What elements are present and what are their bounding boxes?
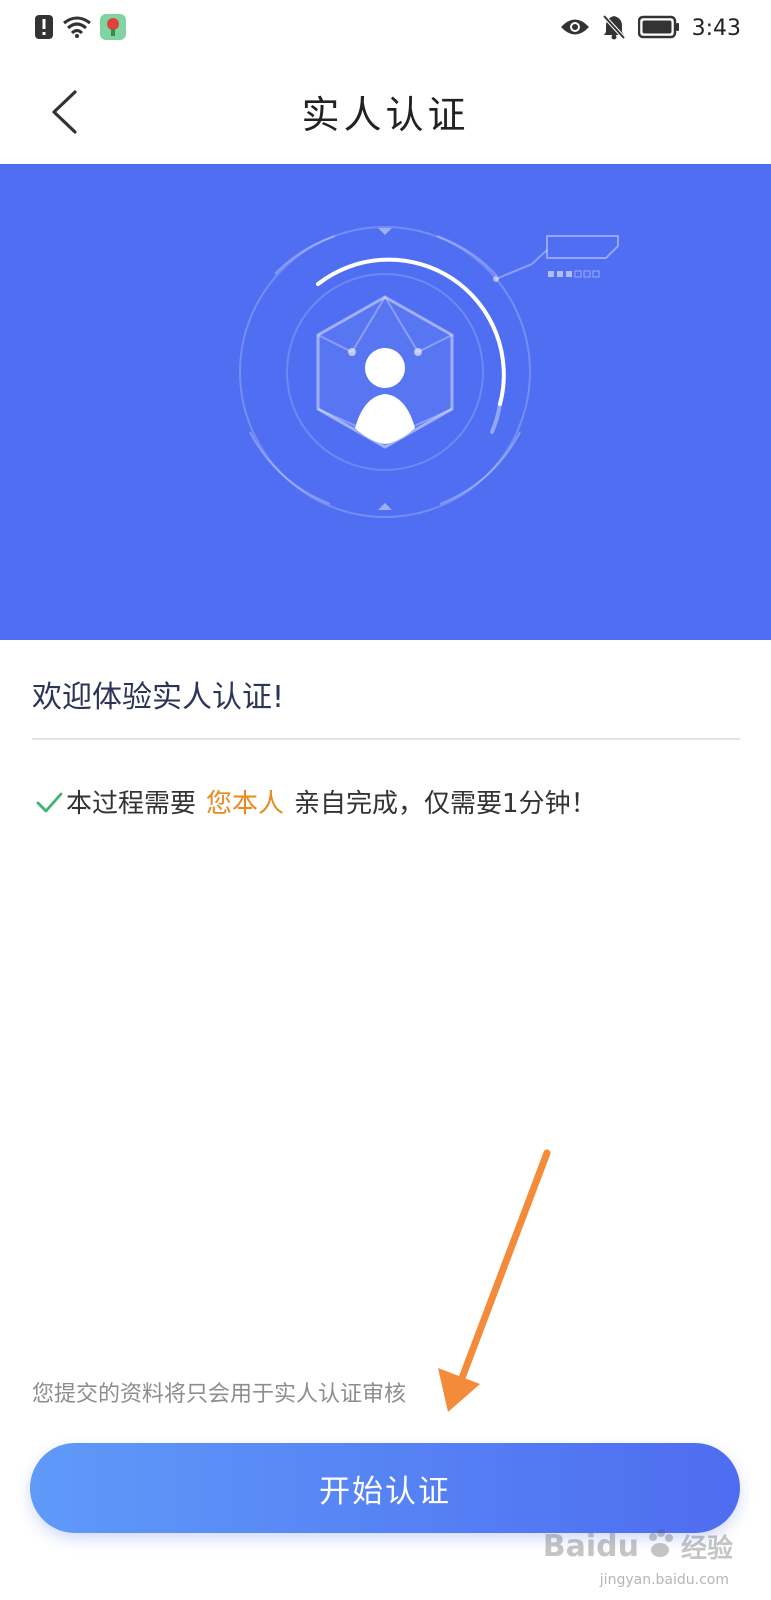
notice-highlight: 您本人 [206, 789, 285, 819]
app-notification-icon [100, 14, 126, 44]
notice-suffix: 亲自完成，仅需要1分钟！ [294, 789, 597, 819]
watermark-url: jingyan.baidu.com [599, 1572, 729, 1588]
baidu-watermark: Baidu 经验 [543, 1527, 733, 1565]
paw-icon [643, 1527, 677, 1565]
welcome-heading: 欢迎体验实人认证! [32, 680, 285, 715]
divider [32, 738, 740, 740]
face-verification-illustration [239, 226, 619, 518]
alert-icon [34, 14, 54, 44]
watermark-sub: 经验 [680, 1533, 733, 1564]
wifi-icon [62, 15, 92, 43]
bell-muted-icon [602, 14, 626, 44]
notice-text: 本过程需要 您本人 亲自完成，仅需要1分钟！ [34, 783, 597, 820]
eye-icon [560, 16, 590, 42]
status-bar: 3:43 [0, 0, 771, 58]
notice-prefix: 本过程需要 [66, 789, 197, 819]
nav-bar: 实人认证 [0, 58, 771, 164]
hero-banner [0, 164, 771, 640]
start-verification-button[interactable]: 开始认证 [30, 1443, 740, 1533]
status-time: 3:43 [691, 16, 741, 41]
battery-icon [637, 15, 680, 43]
page-title: 实人认证 [301, 93, 470, 137]
check-icon [36, 792, 63, 812]
watermark-brand: Baidu [542, 1528, 639, 1564]
privacy-notice: 您提交的资料将只会用于实人认证审核 [32, 1382, 407, 1407]
